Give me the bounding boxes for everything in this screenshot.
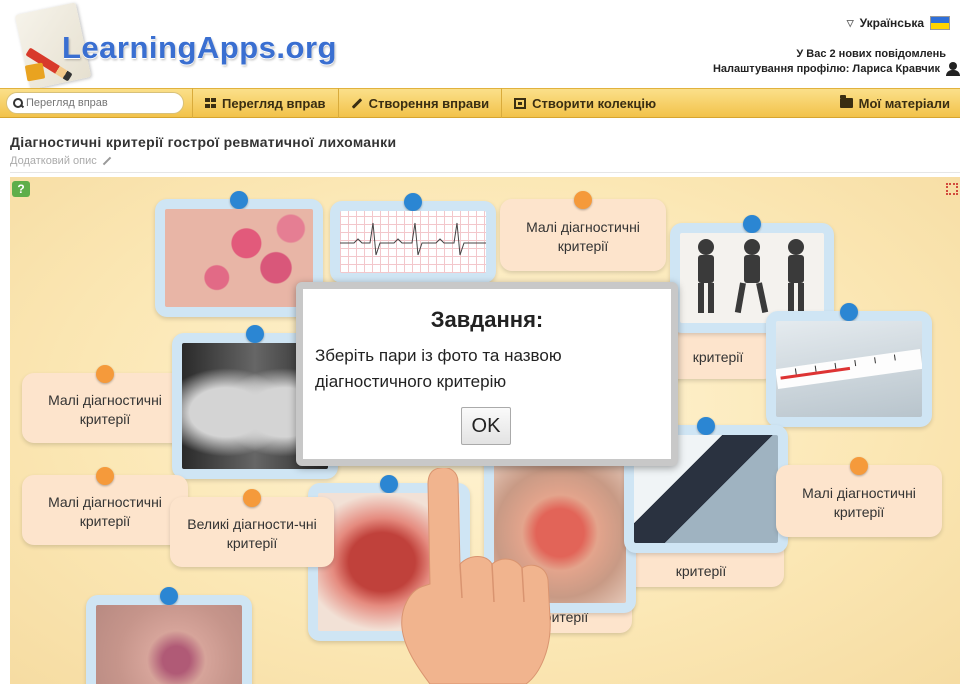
- profile-link[interactable]: Налаштування профілю: Лариса Кравчик: [713, 62, 960, 76]
- dialog-title: Завдання:: [430, 307, 544, 332]
- pin-icon: [840, 303, 858, 321]
- pin-icon: [574, 191, 592, 209]
- language-selector[interactable]: ▽ Українська: [847, 16, 950, 30]
- folder-icon: [839, 95, 853, 108]
- ukraine-flag-icon: [930, 16, 950, 30]
- user-icon: [946, 62, 960, 76]
- photo-card-ecg[interactable]: [330, 193, 496, 283]
- pin-icon: [380, 475, 398, 493]
- pin-icon: [230, 191, 248, 209]
- description-label: Додатковий опис: [10, 155, 97, 167]
- nav-create-collection[interactable]: Створити колекцію: [501, 88, 668, 118]
- header: LearningApps.org ▽ Українська У Вас 2 но…: [0, 0, 960, 90]
- photo-card-arm[interactable]: [86, 587, 252, 684]
- pointing-hand-icon: [401, 468, 551, 684]
- pin-icon: [850, 457, 868, 475]
- edit-icon: [102, 156, 111, 166]
- photo-erythema-rash: [165, 209, 313, 307]
- help-icon[interactable]: ?: [12, 181, 30, 197]
- ok-button[interactable]: OK: [461, 407, 511, 445]
- search-input[interactable]: [26, 97, 176, 109]
- chevron-down-icon: ▽: [846, 17, 854, 28]
- pin-icon: [404, 193, 422, 211]
- page-description[interactable]: Додатковий опис: [10, 155, 112, 167]
- fullscreen-icon[interactable]: [946, 183, 958, 195]
- card-label: Малі діагностичні критерії: [48, 392, 162, 427]
- photo-thermometer: [776, 321, 922, 417]
- text-card-minor-3[interactable]: Малі діагностичні критерії: [22, 467, 188, 545]
- task-dialog: Завдання: Зберіть пари із фото та назвою…: [296, 282, 678, 466]
- text-card-minor-1[interactable]: Малі діагностичні критерії: [500, 191, 666, 271]
- grid-icon: [205, 98, 216, 108]
- divider: [10, 172, 960, 173]
- main-navbar: Перегляд вправ Створення вправи Створити…: [0, 88, 960, 118]
- profile-label: Налаштування профілю: Лариса Кравчик: [712, 63, 940, 75]
- photo-ecg: [340, 211, 486, 273]
- nav-materials-label: Мої матеріали: [858, 95, 950, 111]
- logo-block: [24, 62, 46, 82]
- card-label: Малі діагностичні критерії: [526, 219, 640, 254]
- photo-card-thermometer[interactable]: [766, 303, 932, 427]
- nav-my-materials[interactable]: Мої матеріали: [828, 88, 960, 118]
- collection-icon: [514, 97, 527, 109]
- nav-browse-exercises[interactable]: Перегляд вправ: [192, 88, 338, 118]
- text-card-minor-2[interactable]: Малі діагностичні критерії: [22, 365, 188, 443]
- page-title: Діагностичні критерії гострої ревматично…: [10, 134, 397, 150]
- pin-icon: [743, 215, 761, 233]
- pin-icon: [243, 489, 261, 507]
- pencil-icon: [351, 97, 362, 109]
- photo-chorea: [680, 233, 824, 323]
- nav-create-label: Створення вправи: [368, 95, 490, 111]
- pin-icon: [160, 587, 178, 605]
- card-label: Малі діагностичні критерії: [802, 485, 916, 520]
- card-label: Малі діагностичні критерії: [48, 494, 162, 529]
- card-label: критерії: [692, 349, 744, 366]
- text-card-major[interactable]: Великі діагности-чні критерії: [170, 489, 334, 567]
- text-card-minor-4[interactable]: Малі діагностичні критерії: [776, 457, 942, 537]
- nav-collection-label: Створити колекцію: [532, 95, 657, 111]
- nav-create-exercise[interactable]: Створення вправи: [337, 88, 502, 118]
- search-box[interactable]: [6, 92, 184, 114]
- dialog-text: Зберіть пари із фото та назвою діагности…: [315, 346, 562, 391]
- pin-icon: [246, 325, 264, 343]
- photo-skin-nodule: [96, 605, 242, 684]
- messages-link[interactable]: У Вас 2 нових повідомлень: [796, 48, 946, 60]
- pin-icon: [697, 417, 715, 435]
- search-icon: [13, 98, 23, 108]
- site-logo[interactable]: LearningApps.org: [62, 30, 337, 66]
- pin-icon: [96, 365, 114, 383]
- card-label: Великі діагности-чні критерії: [187, 516, 317, 551]
- language-label: Українська: [859, 16, 924, 30]
- nav-browse-label: Перегляд вправ: [222, 95, 326, 111]
- card-label: критерії: [675, 563, 727, 580]
- pin-icon: [96, 467, 114, 485]
